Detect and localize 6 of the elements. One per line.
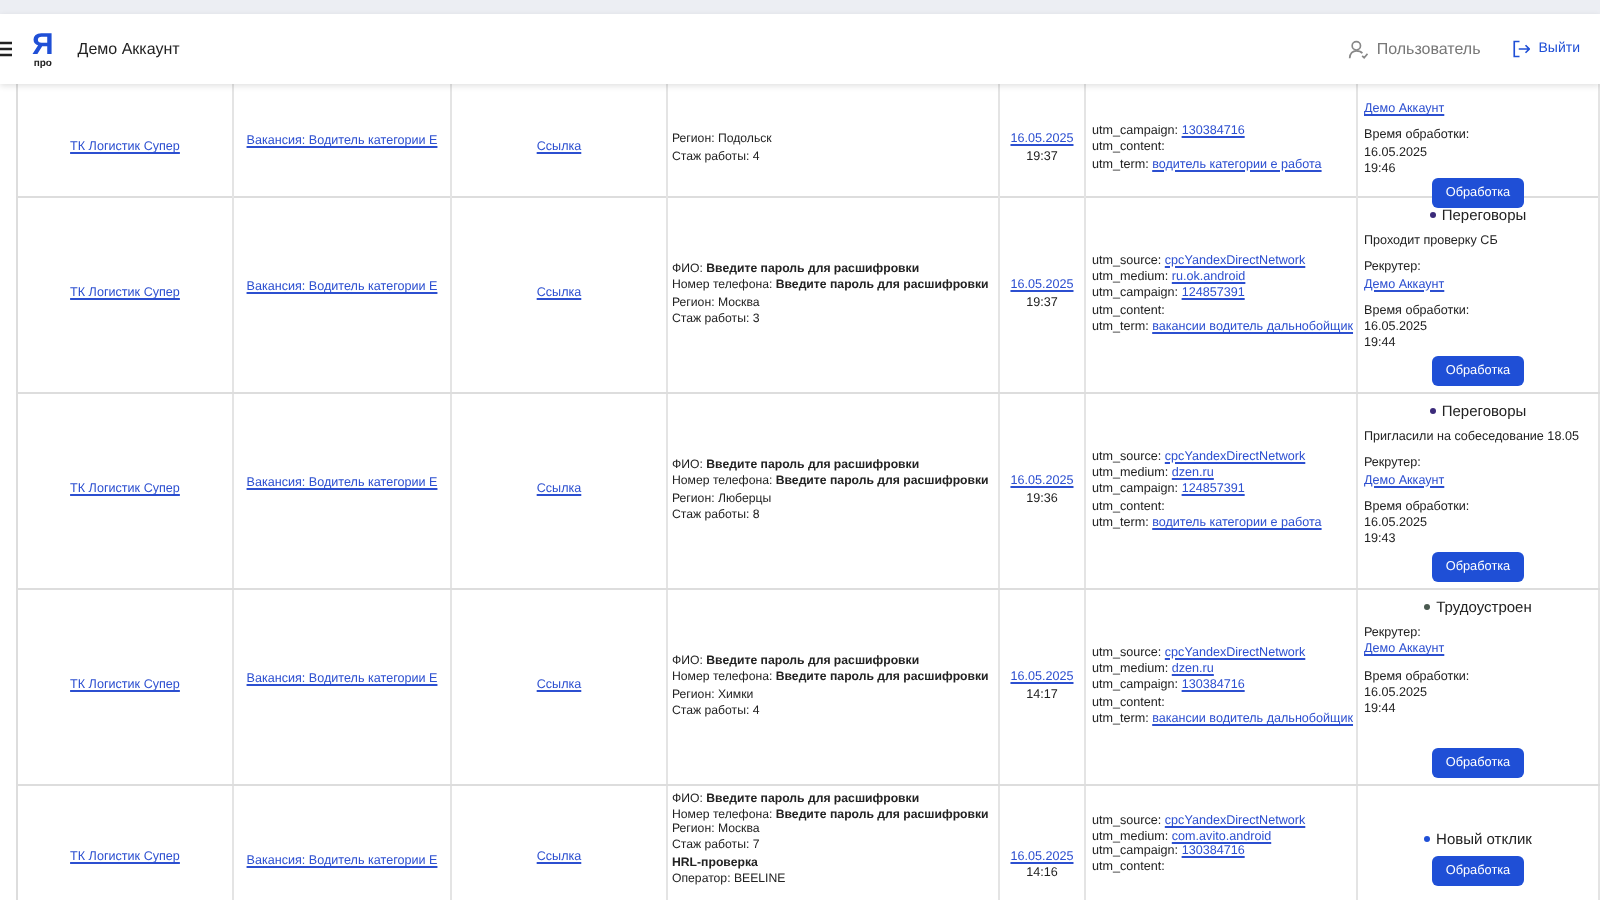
logo-letter: Я <box>32 29 54 59</box>
menu-icon[interactable] <box>0 40 12 58</box>
user-icon <box>1348 39 1369 59</box>
user-link[interactable]: Пользователь <box>1348 39 1481 59</box>
logout-icon <box>1512 40 1531 58</box>
account-name: Демо Аккаунт <box>77 40 180 58</box>
